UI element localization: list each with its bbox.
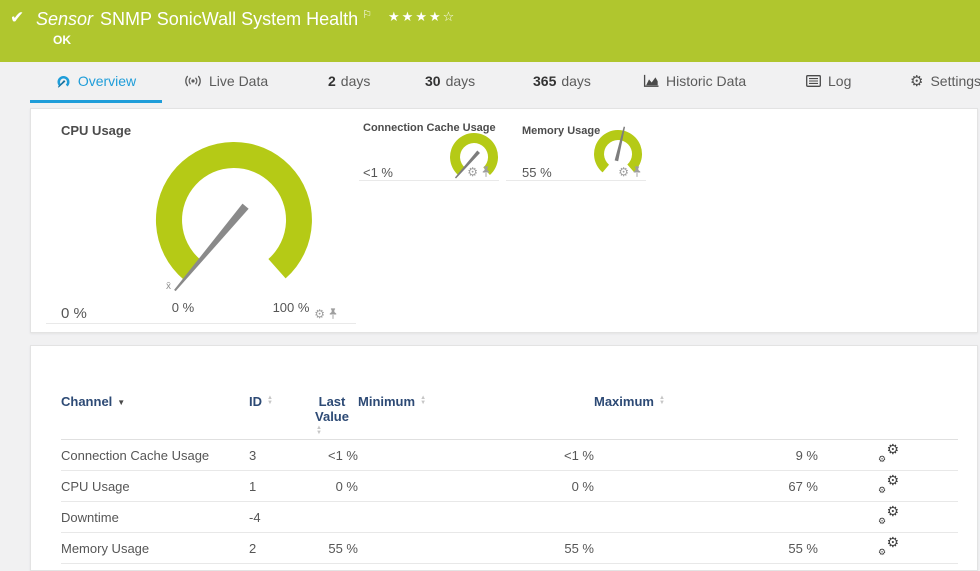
pin-icon[interactable]: [328, 307, 338, 320]
channel-settings-icon[interactable]: ⚙⚙: [877, 445, 899, 462]
cpu-gauge-title: CPU Usage: [61, 123, 131, 138]
table-header-row: Channel▼ ID▲▼ Last Value▲▼ Minimum▲▼ Max…: [61, 382, 958, 440]
column-header-minimum[interactable]: Minimum▲▼: [358, 382, 594, 440]
column-header-maximum[interactable]: Maximum▲▼: [594, 382, 818, 440]
cache-tile-icons: ⚙: [467, 165, 491, 178]
historic-chart-icon: [643, 74, 659, 88]
sensor-status-banner: ✔ Sensor SNMP SonicWall System Health ⚐ ★★★…: [0, 0, 980, 62]
column-header-id[interactable]: ID▲▼: [249, 382, 311, 440]
tab-overview[interactable]: Overview: [30, 62, 162, 103]
log-list-icon: [806, 75, 821, 87]
overview-gauges-panel: CPU Usage x̄ 0 % 100 % 0 % ⚙: [30, 108, 978, 333]
column-header-actions: [818, 382, 958, 440]
maximum-cell: [594, 502, 818, 533]
tab-live-data[interactable]: Live Data: [184, 62, 268, 100]
channel-id-cell: 3: [249, 440, 311, 471]
mean-marker: x̄: [166, 281, 171, 292]
channel-settings-icon[interactable]: ⚙⚙: [877, 476, 899, 493]
cache-current-value: <1 %: [363, 165, 393, 180]
stars-filled[interactable]: ★★★★: [388, 9, 443, 24]
maximum-cell: 67 %: [594, 471, 818, 502]
settings-gear-icon: ⚙: [910, 72, 923, 90]
ok-check-icon: ✔: [10, 8, 24, 28]
priority-stars[interactable]: ★★★★☆: [388, 9, 456, 24]
cpu-scale-max-label: 100 %: [270, 300, 312, 315]
tab-live-data-label: Live Data: [209, 73, 268, 89]
table-row: CPU Usage 1 0 % 0 % 67 % ⚙⚙: [61, 471, 958, 502]
sensor-kind-label: Sensor: [36, 9, 93, 29]
channel-name-cell: CPU Usage: [61, 471, 249, 502]
gear-icon[interactable]: ⚙: [618, 166, 629, 178]
memory-current-value: 55 %: [522, 165, 552, 180]
tab-log-label: Log: [828, 73, 851, 89]
tab-2-days-unit: days: [341, 73, 371, 89]
gear-icon[interactable]: ⚙: [467, 166, 478, 178]
status-badge: OK: [53, 33, 71, 47]
table-row: Downtime -4 ⚙⚙: [61, 502, 958, 533]
channel-settings-icon[interactable]: ⚙⚙: [877, 538, 899, 555]
channels-table-panel: Channel▼ ID▲▼ Last Value▲▼ Minimum▲▼ Max…: [30, 345, 978, 571]
cpu-tile-icons: ⚙: [314, 307, 338, 320]
last-value-cell: <1 %: [311, 440, 358, 471]
tab-settings-label: Settings: [930, 73, 980, 89]
maximum-cell: 55 %: [594, 533, 818, 564]
gauge-icon: [56, 74, 71, 89]
tab-overview-label: Overview: [78, 73, 136, 89]
cpu-current-value: 0 %: [61, 305, 87, 322]
tab-settings[interactable]: ⚙ Settings: [910, 62, 980, 100]
last-value-cell: 55 %: [311, 533, 358, 564]
channel-name-cell: Connection Cache Usage: [61, 440, 249, 471]
pin-icon[interactable]: [632, 165, 642, 178]
connection-cache-usage-tile: Connection Cache Usage <1 % ⚙: [359, 114, 499, 181]
tab-historic-data-label: Historic Data: [666, 73, 746, 89]
minimum-cell: [358, 502, 594, 533]
tab-30-days[interactable]: 30 days: [425, 62, 475, 100]
channel-settings-icon[interactable]: ⚙⚙: [877, 507, 899, 524]
sensor-title-line: Sensor SNMP SonicWall System Health ⚐ ★★★★☆: [36, 8, 456, 30]
cpu-scale-min-label: 0 %: [168, 300, 198, 315]
tab-365-days-number: 365: [533, 73, 556, 89]
sensor-title: SNMP SonicWall System Health: [100, 9, 358, 29]
tab-365-days[interactable]: 365 days: [533, 62, 591, 100]
last-value-cell: [311, 502, 358, 533]
channel-id-cell: -4: [249, 502, 311, 533]
tab-2-days[interactable]: 2 days: [328, 62, 370, 100]
sort-desc-icon[interactable]: ▼: [117, 398, 125, 407]
star-empty[interactable]: ☆: [443, 9, 457, 24]
tab-bar: Overview Live Data 2 days 30 days 365 da…: [0, 62, 980, 103]
sort-icon[interactable]: ▲▼: [659, 396, 665, 406]
cpu-usage-tile: CPU Usage x̄ 0 % 100 % 0 % ⚙: [46, 114, 356, 324]
memory-tile-icons: ⚙: [618, 165, 642, 178]
minimum-cell: 0 %: [358, 471, 594, 502]
gear-icon[interactable]: ⚙: [314, 308, 325, 320]
live-data-icon: [184, 75, 202, 87]
channel-name-cell: Memory Usage: [61, 533, 249, 564]
maximum-cell: 9 %: [594, 440, 818, 471]
channel-id-cell: 2: [249, 533, 311, 564]
table-row: Connection Cache Usage 3 <1 % <1 % 9 % ⚙…: [61, 440, 958, 471]
column-header-channel[interactable]: Channel▼: [61, 382, 249, 440]
minimum-cell: 55 %: [358, 533, 594, 564]
channel-table: Channel▼ ID▲▼ Last Value▲▼ Minimum▲▼ Max…: [61, 382, 958, 564]
sort-icon[interactable]: ▲▼: [420, 396, 426, 406]
memory-usage-tile: Memory Usage 55 % ⚙: [506, 114, 646, 181]
sort-icon[interactable]: ▲▼: [267, 396, 273, 406]
tab-365-days-unit: days: [561, 73, 591, 89]
cpu-gauge[interactable]: [124, 120, 344, 320]
priority-flag-icon[interactable]: ⚐: [362, 9, 372, 21]
tab-log[interactable]: Log: [806, 62, 851, 100]
channel-id-cell: 1: [249, 471, 311, 502]
channel-name-cell: Downtime: [61, 502, 249, 533]
tab-historic-data[interactable]: Historic Data: [643, 62, 746, 100]
tab-30-days-number: 30: [425, 73, 441, 89]
column-header-last-value[interactable]: Last Value▲▼: [311, 382, 358, 440]
table-row: Memory Usage 2 55 % 55 % 55 % ⚙⚙: [61, 533, 958, 564]
sort-icon[interactable]: ▲▼: [316, 426, 322, 436]
prtg-sensor-page: ✔ Sensor SNMP SonicWall System Health ⚐ ★★★…: [0, 0, 980, 562]
last-value-cell: 0 %: [311, 471, 358, 502]
tab-30-days-unit: days: [446, 73, 476, 89]
pin-icon[interactable]: [481, 165, 491, 178]
tab-2-days-number: 2: [328, 73, 336, 89]
minimum-cell: <1 %: [358, 440, 594, 471]
